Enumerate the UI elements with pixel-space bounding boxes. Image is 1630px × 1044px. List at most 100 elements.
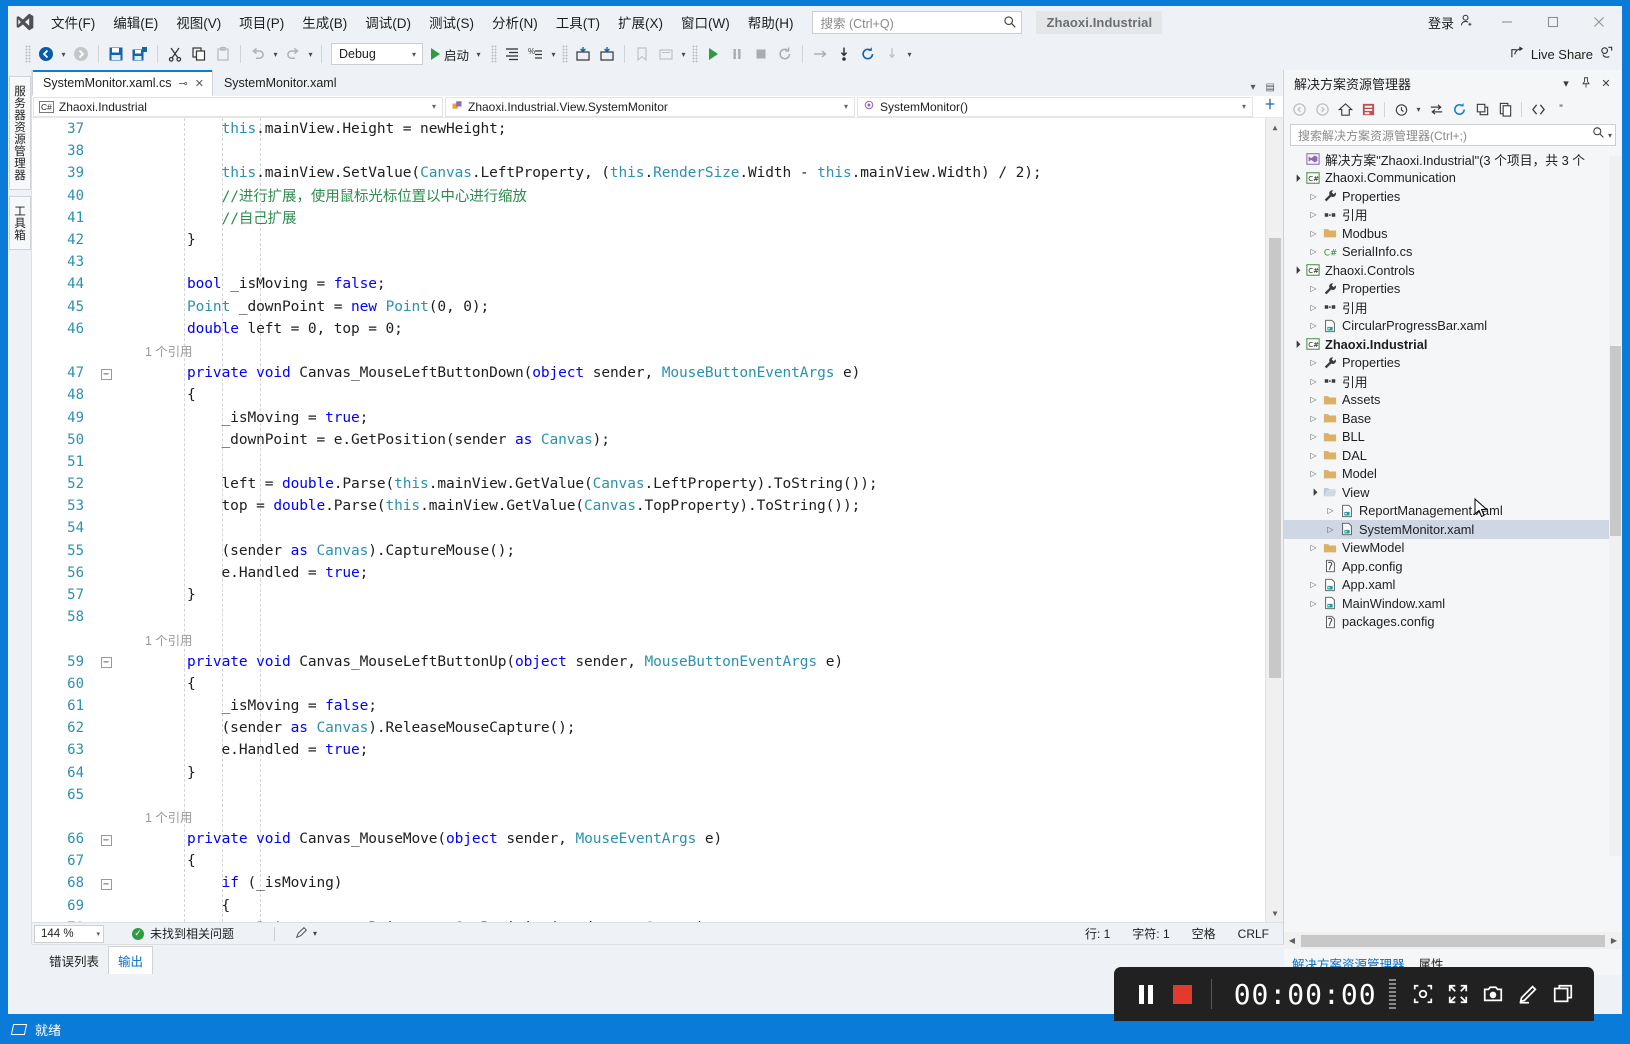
live-share-session-icon[interactable] (1599, 45, 1614, 63)
scroll-down-arrow-icon[interactable]: ▼ (1266, 904, 1283, 922)
copy-icon[interactable] (187, 42, 211, 66)
pin-icon[interactable]: ⊸ (179, 77, 188, 90)
recorder-region-button[interactable] (1406, 972, 1441, 1016)
codelens-reference[interactable]: 1 个引用 (118, 630, 1265, 649)
code-line[interactable]: 57 } (32, 584, 1265, 606)
menu-tools[interactable]: 工具(T) (547, 6, 609, 38)
solution-explorer-vertical-scrollbar[interactable] (1609, 156, 1622, 856)
close-panel-icon[interactable]: ✕ (1596, 73, 1616, 93)
navbar-member-dropdown[interactable]: SystemMonitor() ▾ (857, 96, 1253, 117)
solution-explorer-hscroll-thumb[interactable] (1301, 934, 1605, 947)
codelens-reference[interactable]: 1 个引用 (118, 807, 1265, 826)
tree-node[interactable]: ▷ Assets (1284, 391, 1622, 410)
expander-open-icon[interactable]: ◢ (1289, 263, 1304, 278)
close-icon[interactable]: ✕ (195, 77, 204, 90)
code-line[interactable]: 62 (sender as Canvas).ReleaseMouseCaptur… (32, 717, 1265, 739)
tree-node[interactable]: ◢ C# Zhaoxi.Communication (1284, 169, 1622, 188)
scroll-left-arrow-icon[interactable]: ◀ (1284, 936, 1300, 945)
code-line[interactable]: 47− private void Canvas_MouseLeftButtonD… (32, 362, 1265, 384)
zoom-level-dropdown[interactable]: 144 % ▾ (34, 924, 104, 943)
menu-analyze[interactable]: 分析(N) (483, 6, 547, 38)
toolbar-grip[interactable] (25, 45, 31, 63)
code-line[interactable]: 61 _isMoving = false; (32, 695, 1265, 717)
panel-drag-handle[interactable] (1419, 82, 1548, 84)
expander-closed-icon[interactable]: ▷ (1307, 284, 1320, 293)
panel-menu-icon[interactable]: ▾ (1556, 73, 1576, 93)
pin-panel-icon[interactable] (1576, 73, 1596, 93)
editor-scroll-thumb[interactable] (1269, 238, 1281, 678)
menu-extensions[interactable]: 扩展(X) (609, 6, 672, 38)
expander-closed-icon[interactable]: ▷ (1307, 321, 1320, 330)
tree-node-selected[interactable]: ▷ SystemMonitor.xaml (1284, 520, 1622, 539)
menu-debug[interactable]: 调试(D) (356, 6, 420, 38)
scroll-up-arrow-icon[interactable]: ▲ (1266, 118, 1283, 136)
maximize-button[interactable] (1530, 7, 1576, 37)
menu-file[interactable]: 文件(F) (42, 6, 104, 38)
toolbar-grip-3[interactable] (562, 45, 569, 63)
split-editor-icon[interactable] (1263, 97, 1277, 116)
save-icon[interactable] (104, 42, 128, 66)
codelens-reference[interactable]: 1 个引用 (118, 341, 1265, 360)
pending-changes-icon[interactable] (1390, 98, 1412, 120)
menu-view[interactable]: 视图(V) (167, 6, 230, 38)
fold-toggle-icon[interactable]: − (94, 833, 118, 846)
bookmark-prev-icon[interactable] (571, 42, 595, 66)
tree-node[interactable]: ▷ App.xaml (1284, 576, 1622, 595)
expander-closed-icon[interactable]: ▷ (1307, 469, 1320, 478)
code-line[interactable]: 68− if (_isMoving) (32, 872, 1265, 894)
fold-toggle-icon[interactable]: − (94, 367, 118, 380)
expander-closed-icon[interactable]: ▷ (1307, 303, 1320, 312)
code-line[interactable]: 55 (sender as Canvas).CaptureMouse(); (32, 540, 1265, 562)
home-icon[interactable] (1334, 98, 1356, 120)
editor-vertical-scrollbar[interactable]: ▲ ▼ (1265, 118, 1283, 922)
code-line[interactable]: 59− private void Canvas_MouseLeftButtonU… (32, 651, 1265, 673)
tree-node[interactable]: ▷ CircularProgressBar.xaml (1284, 317, 1622, 336)
save-all-icon[interactable] (128, 42, 152, 66)
code-line[interactable]: 64 } (32, 761, 1265, 783)
expander-closed-icon[interactable]: ▷ (1307, 358, 1320, 367)
code-line[interactable]: 42 } (32, 229, 1265, 251)
editor-tab-systemmonitor-cs[interactable]: SystemMonitor.xaml.cs ⊸ ✕ (32, 70, 213, 96)
expander-closed-icon[interactable]: ▷ (1307, 580, 1320, 589)
tree-node[interactable]: App.config (1284, 557, 1622, 576)
toolbar-grip-2[interactable] (491, 45, 498, 63)
code-line[interactable]: 37 this.mainView.Height = newHeight; (32, 118, 1265, 140)
menu-help[interactable]: 帮助(H) (739, 6, 803, 38)
code-line[interactable]: 40 //进行扩展，使用鼠标光标位置以中心进行缩放 (32, 185, 1265, 207)
navigate-backward-icon[interactable] (34, 42, 58, 66)
solution-explorer-horizontal-scrollbar[interactable]: ◀ ▶ (1284, 932, 1622, 949)
selection-tool[interactable]: ▾ (295, 926, 317, 942)
menu-build[interactable]: 生成(B) (293, 6, 356, 38)
tree-node[interactable]: 解决方案"Zhaoxi.Industrial"(3 个项目，共 3 个 (1284, 150, 1622, 169)
show-all-files-icon[interactable] (1494, 98, 1516, 120)
code-line[interactable]: 56 e.Handled = true; (32, 562, 1265, 584)
navbar-project-dropdown[interactable]: C# Zhaoxi.Industrial ▾ (33, 96, 443, 117)
expander-open-icon[interactable]: ◢ (1306, 485, 1321, 500)
tree-node[interactable]: ◢ C# Zhaoxi.Controls (1284, 261, 1622, 280)
tree-node[interactable]: ▷ 引用 (1284, 206, 1622, 225)
code-line[interactable]: 49 _isMoving = true; (32, 406, 1265, 428)
expander-closed-icon[interactable]: ▷ (1307, 451, 1320, 460)
navigate-backward-dropdown-icon[interactable]: ▾ (58, 50, 69, 59)
pending-changes-dropdown-icon[interactable]: ▾ (1413, 105, 1424, 114)
recorder-window-button[interactable] (1545, 972, 1580, 1016)
fold-toggle-icon[interactable]: − (94, 655, 118, 669)
menu-test[interactable]: 测试(S) (420, 6, 483, 38)
refresh-icon[interactable] (1448, 98, 1470, 120)
close-button[interactable] (1576, 7, 1622, 37)
tree-node[interactable]: ▷ C# SerialInfo.cs (1284, 243, 1622, 262)
code-editor-surface[interactable]: 37 this.mainView.Height = newHeight; 38 39… (32, 118, 1283, 922)
navbar-type-dropdown[interactable]: Zhaoxi.Industrial.View.SystemMonitor ▾ (445, 96, 855, 117)
editor-tab-systemmonitor-xaml[interactable]: SystemMonitor.xaml (213, 70, 346, 96)
tree-node[interactable]: ▷ Modbus (1284, 224, 1622, 243)
code-line[interactable]: 41 //自己扩展 (32, 207, 1265, 229)
tree-node[interactable]: ▷ Properties (1284, 187, 1622, 206)
code-line[interactable]: 52 left = double.Parse(this.mainView.Get… (32, 473, 1265, 495)
start-debug-dropdown-icon[interactable]: ▾ (473, 50, 484, 59)
code-line[interactable]: 60 { (32, 673, 1265, 695)
code-line[interactable]: 1 个引用 (32, 340, 1265, 362)
code-line[interactable]: 63 e.Handled = true; (32, 739, 1265, 761)
expander-closed-icon[interactable]: ▷ (1307, 210, 1320, 219)
start-debug-button[interactable]: 启动 ▾ (427, 45, 488, 64)
expander-closed-icon[interactable]: ▷ (1307, 395, 1320, 404)
